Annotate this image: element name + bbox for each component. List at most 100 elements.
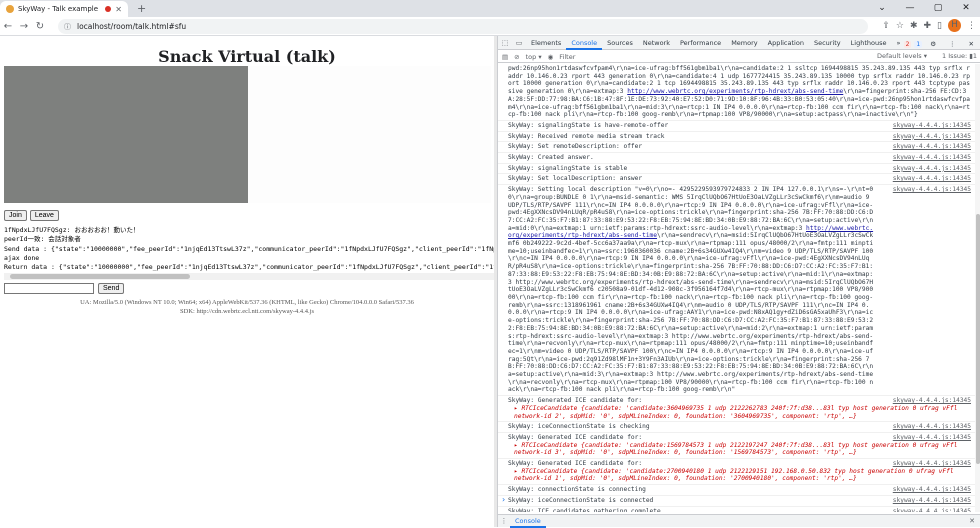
share-icon[interactable]: ⇪ [882, 21, 890, 31]
close-devtools-icon[interactable]: ✕ [964, 37, 979, 51]
tab-application[interactable]: Application [763, 36, 809, 50]
reload-icon[interactable]: ↻ [32, 21, 48, 32]
device-toolbar-icon[interactable]: ▭ [512, 39, 526, 47]
recording-icon [105, 6, 112, 12]
console-message: skyway-4.4.4.js:14345 SkyWay: ICE candida… [498, 507, 975, 512]
console-message: skyway-4.4.4.js:14345 SkyWay: Generated I… [498, 396, 975, 423]
source-link[interactable]: skyway-4.4.4.js:14345 [893, 165, 971, 173]
message-form: Send [4, 283, 125, 294]
scrollbar-thumb[interactable] [976, 214, 980, 464]
ice-candidate-object[interactable]: ▸ RTCIceCandidate {candidate: 'candidate… [508, 468, 971, 483]
source-link[interactable]: skyway-4.4.4.js:14345 [893, 460, 971, 468]
sidepanel-icon[interactable]: ▯ [937, 21, 942, 31]
sidebar-toggle-icon[interactable]: ▤ [502, 53, 508, 61]
console-message: skyway-4.4.4.js:14345 SkyWay: Received re… [498, 132, 975, 143]
devtools-tabbar: ⬚ ▭ Elements Console Sources Network Per… [498, 36, 980, 50]
browser-tab[interactable]: SkyWay - Talk example ✕ [0, 1, 128, 17]
log-line: ajax done [4, 253, 40, 262]
console-scrollbar[interactable] [975, 64, 980, 512]
source-link[interactable]: skyway-4.4.4.js:14345 [893, 434, 971, 442]
settings-gear-icon[interactable]: ⚙ [925, 37, 941, 51]
source-link[interactable]: skyway-4.4.4.js:14345 [893, 508, 971, 512]
leave-button[interactable]: Leave [29, 210, 59, 221]
console-prompt[interactable]: › [502, 495, 505, 504]
user-agent-info: UA: Mozilla/5.0 (Windows NT 10.0; Win64;… [0, 299, 494, 316]
log-line: Send data : {"state":"10000000","fee_pee… [4, 244, 494, 253]
remote-video [248, 66, 491, 203]
devtools-menu-icon[interactable]: ⋮ [944, 37, 961, 51]
source-link[interactable]: skyway-4.4.4.js:14345 [893, 133, 971, 141]
window-controls: ⌄ — ▢ ✕ [868, 0, 980, 17]
source-link[interactable]: skyway-4.4.4.js:14345 [893, 497, 971, 505]
console-message: skyway-4.4.4.js:14345 SkyWay: signalingSt… [498, 121, 975, 132]
menu-kebab-icon[interactable]: ⋮ [967, 21, 976, 31]
error-count-badge[interactable]: 2 [903, 40, 912, 48]
url-text: localhost/room/talk.html#sfu [77, 22, 187, 31]
log-levels-dropdown[interactable]: Default levels ▾ [877, 52, 927, 60]
close-drawer-icon[interactable]: ✕ [969, 517, 975, 525]
filter-input[interactable]: Filter [559, 53, 575, 61]
message-link[interactable]: http://www.webrtc.org/experiments/rtp-hd… [627, 88, 843, 95]
tab-sources[interactable]: Sources [602, 36, 638, 50]
console-output: pwd:26np95hon1rtdaswfcvfpam4\r\na=ice-uf… [498, 64, 975, 512]
log-line: Return data : {"state":"10000000","fee_p… [4, 263, 494, 272]
console-message: skyway-4.4.4.js:14345 SkyWay: iceConnecti… [498, 496, 975, 507]
bookmark-star-icon[interactable]: ☆ [896, 21, 904, 31]
maximize-button[interactable]: ▢ [924, 0, 952, 17]
source-link[interactable]: skyway-4.4.4.js:14345 [893, 186, 971, 194]
tab-search-button[interactable]: ⌄ [868, 0, 896, 17]
console-message: pwd:26np95hon1rtdaswfcvfpam4\r\na=ice-uf… [498, 64, 975, 121]
tab-security[interactable]: Security [809, 36, 846, 50]
message-text: pwd:26np95hon1rtdaswfcvfpam4\r\na=ice-uf… [508, 65, 970, 119]
extensions-puzzle-icon[interactable]: ✚ [924, 21, 932, 31]
drawer-menu-icon[interactable]: ⋮ [498, 517, 510, 525]
console-message: skyway-4.4.4.js:14345 SkyWay: Setting loc… [498, 185, 975, 397]
info-icon[interactable]: ⓘ [64, 22, 71, 32]
close-window-button[interactable]: ✕ [952, 0, 980, 17]
tab-network[interactable]: Network [638, 36, 675, 50]
console-message: skyway-4.4.4.js:14345 SkyWay: Set localDe… [498, 174, 975, 186]
source-link[interactable]: skyway-4.4.4.js:14345 [893, 423, 971, 431]
inspect-icon[interactable]: ⬚ [498, 39, 512, 47]
devtools-status: 2 1 ⚙ ⋮ ✕ [903, 37, 979, 51]
message-input[interactable] [4, 283, 94, 294]
horizontal-scrollbar[interactable] [4, 273, 494, 280]
drawer-tab-console[interactable]: Console [510, 514, 546, 528]
local-video [4, 66, 248, 203]
eye-icon[interactable]: ◉ [548, 53, 554, 61]
source-link[interactable]: skyway-4.4.4.js:14345 [893, 154, 971, 162]
tab-memory[interactable]: Memory [726, 36, 762, 50]
tab-elements[interactable]: Elements [526, 36, 566, 50]
call-controls: Join Leave [4, 210, 59, 221]
new-tab-button[interactable]: + [137, 2, 146, 15]
source-link[interactable]: skyway-4.4.4.js:14345 [893, 122, 971, 130]
ice-candidate-object[interactable]: ▸ RTCIceCandidate {candidate: 'candidate… [508, 442, 971, 457]
info-count-badge[interactable]: 1 [914, 40, 923, 48]
back-icon[interactable]: ← [0, 21, 16, 32]
tab-console[interactable]: Console [566, 36, 603, 50]
tab-lighthouse[interactable]: Lighthouse [846, 36, 892, 50]
extension-icon[interactable]: ✱ [910, 21, 918, 31]
web-page: Snack Virtual (talk) Join Leave 1fNpdxLJ… [0, 36, 494, 527]
source-link[interactable]: skyway-4.4.4.js:14345 [893, 486, 971, 494]
context-selector[interactable]: top ▾ [526, 53, 542, 61]
join-button[interactable]: Join [4, 210, 27, 221]
clear-console-icon[interactable]: ⊘ [514, 53, 519, 61]
close-tab-icon[interactable]: ✕ [115, 5, 122, 14]
source-link[interactable]: skyway-4.4.4.js:14345 [893, 397, 971, 405]
console-message: skyway-4.4.4.js:14345 SkyWay: Generated I… [498, 433, 975, 460]
tab-title: SkyWay - Talk example [18, 5, 99, 13]
send-button[interactable]: Send [98, 283, 125, 294]
tab-performance[interactable]: Performance [675, 36, 726, 50]
address-bar[interactable]: ⓘ localhost/room/talk.html#sfu [58, 19, 868, 34]
issues-counter[interactable]: 1 Issue: ▮1 [942, 52, 977, 60]
forward-icon[interactable]: → [16, 21, 32, 32]
source-link[interactable]: skyway-4.4.4.js:14345 [893, 175, 971, 183]
minimize-button[interactable]: — [896, 0, 924, 17]
profile-avatar[interactable]: H [948, 19, 961, 32]
scrollbar-thumb[interactable] [10, 274, 190, 279]
source-link[interactable]: skyway-4.4.4.js:14345 [893, 143, 971, 151]
tab-strip: SkyWay - Talk example ✕ + ⌄ — ▢ ✕ [0, 0, 980, 17]
devtools-drawer: ⋮ Console ✕ [498, 514, 980, 528]
ice-candidate-object[interactable]: ▸ RTCIceCandidate {candidate: 'candidate… [508, 405, 971, 420]
